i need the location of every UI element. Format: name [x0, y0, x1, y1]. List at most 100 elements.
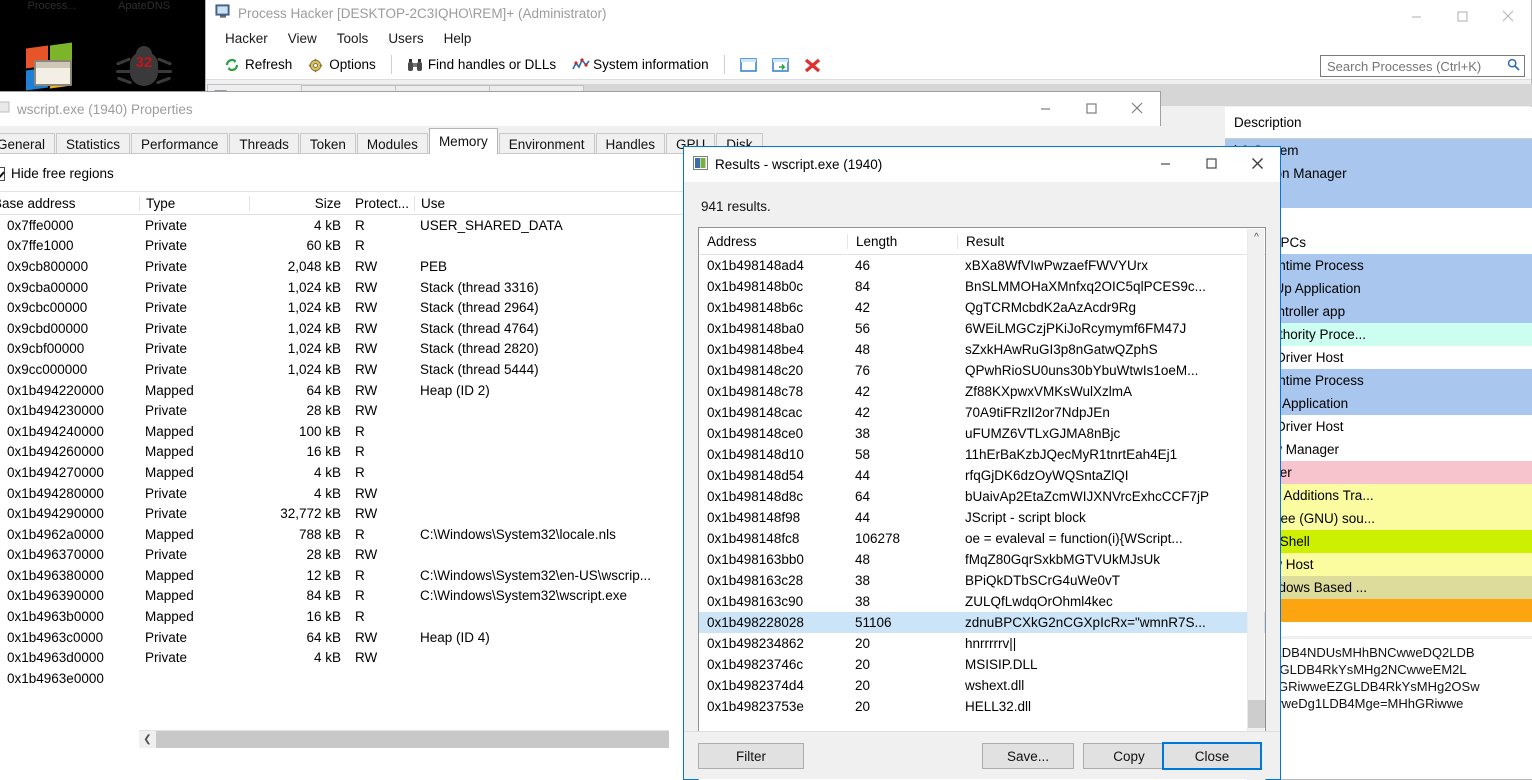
vscroll-thumb[interactable] [1248, 700, 1265, 728]
result-row[interactable]: 0x1b4982374d4 20 wshext.dll [699, 675, 1265, 696]
close-button[interactable]: Close [1162, 742, 1262, 770]
menu-hacker[interactable]: Hacker [216, 28, 277, 49]
column-type[interactable]: Type [139, 195, 249, 211]
search-input[interactable] [1325, 57, 1507, 75]
properties-tab-handles[interactable]: Handles [595, 133, 666, 154]
checkbox-box[interactable] [0, 166, 5, 181]
result-row[interactable]: 0x1b498163bb0 48 fMqZ80GqrSxkbMGTVUkMJsUk [699, 549, 1265, 570]
filter-button[interactable]: Filter [698, 743, 804, 769]
result-row[interactable]: 0x1b498148fc8 106278 oe = evaleval = funct… [699, 528, 1265, 549]
maximize-icon[interactable] [1439, 0, 1485, 32]
results-listview[interactable]: Address Length Result 0x1b498148ad4 46 xBX… [698, 227, 1266, 780]
column-base-address[interactable]: Base address [0, 196, 139, 211]
result-row[interactable]: 0x1b498148d8c 64 bUaivAp2EtaZcmWIJXNVrcExh… [699, 486, 1265, 507]
column-address[interactable]: Address [699, 234, 847, 249]
result-row[interactable]: 0x1b498228028 51106 zdnuBPCXkG2nCGXpIcRx="… [699, 612, 1265, 633]
process-list-header[interactable]: Description [1225, 107, 1532, 139]
result-row[interactable]: 0x1b498148c20 76 QPwhRioSU0uns30bYbuWtwIs1… [699, 360, 1265, 381]
results-list-header[interactable]: Address Length Result [699, 228, 1265, 255]
cell-result: bUaivAp2EtaZcmWIJXNVrcExhcCCF7jP [965, 489, 1210, 504]
process-hacker-menubar[interactable]: Hacker View Tools Users Help [206, 26, 1531, 50]
cell-address: 0x1b498148ba0 [707, 321, 804, 336]
result-row[interactable]: 0x1b498148c78 42 Zf88KXpwxVMKsWulXzlmA [699, 381, 1265, 402]
search-icon[interactable] [1507, 58, 1520, 74]
scroll-left-icon[interactable]: ❮ [139, 730, 156, 748]
result-row[interactable]: 0x1b498148ce0 38 uFUMZ6VTLxGJMA8nBjc [699, 423, 1265, 444]
process-hacker-titlebar[interactable]: Process Hacker [DESKTOP-2C3IQHO\REM]+ (A… [206, 0, 1531, 26]
properties-tab-label: General [0, 136, 46, 152]
result-row[interactable]: 0x1b498148d10 58 11hErBaKzbJQecMyR1tnrtEah… [699, 444, 1265, 465]
result-row[interactable]: 0x1b498234862 20 hnrrrrrv|| [699, 633, 1265, 654]
column-size[interactable]: Size [249, 195, 349, 211]
desktop-icon-label: ApateDNS [118, 0, 170, 12]
column-protect[interactable]: Protect... [349, 196, 414, 211]
column-result[interactable]: Result [957, 233, 1232, 249]
options-button[interactable]: Options [300, 54, 384, 75]
refresh-button[interactable]: Refresh [216, 54, 300, 75]
menu-help[interactable]: Help [435, 28, 481, 49]
close-icon[interactable] [1114, 92, 1160, 124]
cell-size: 84 kB [306, 588, 341, 604]
result-row[interactable]: 0x1b498148f98 44 JScript - script block [699, 507, 1265, 528]
column-length[interactable]: Length [847, 233, 957, 249]
minimize-icon[interactable] [1022, 92, 1068, 124]
cell-length: 64 [855, 489, 871, 504]
close-icon[interactable] [1234, 147, 1280, 179]
maximize-icon[interactable] [1188, 147, 1234, 179]
result-row[interactable]: 0x1b498163c90 38 ZULQfLwdqOrOhml4kec [699, 591, 1265, 612]
screen: Process... ApateDNS 32 Process Hacker [D… [0, 0, 1532, 780]
result-row[interactable]: 0x1b498148cac 42 70A9tiFRzlI2or7NdpJEn [699, 402, 1265, 423]
properties-tab-general[interactable]: General [0, 133, 56, 154]
memory-list-hscrollbar[interactable]: ❮ [139, 730, 669, 748]
minimize-icon[interactable] [1393, 0, 1439, 32]
process-hacker-window-controls[interactable] [1393, 0, 1531, 32]
result-row[interactable]: 0x1b498148b0c 84 BnSLMMOHaXMnfxq2OIC5qlPCE… [699, 276, 1265, 297]
properties-window-controls[interactable] [1022, 92, 1160, 124]
window-arrow-icon [771, 57, 789, 72]
properties-tab-memory[interactable]: Memory [428, 128, 498, 154]
toolbar-separator [390, 55, 392, 74]
results-window-controls[interactable] [1142, 147, 1280, 179]
desktop-icon-apatedns[interactable]: ApateDNS 32 [98, 0, 190, 92]
properties-titlebar[interactable]: wscript.exe (1940) Properties [0, 92, 1160, 126]
result-row[interactable]: 0x1b498148ad4 46 xBXa8WfVIwPwzaefFWVYUrx [699, 255, 1265, 276]
result-row[interactable]: 0x1b49823746c 20 MSISIP.DLL [699, 654, 1265, 675]
properties-tab-token[interactable]: Token [299, 133, 356, 154]
result-row[interactable]: 0x1b498148b6c 42 QgTCRMcbdK2aAzAcdr9Rg [699, 297, 1265, 318]
desktop-icon-process-explorer[interactable]: Process... [6, 0, 98, 92]
menu-tools[interactable]: Tools [328, 28, 378, 49]
cell-address: 0x1b498163c90 [707, 594, 804, 609]
result-row[interactable]: 0x1b498163c28 38 BPiQkDTbSCrG4uWe0vT [699, 570, 1265, 591]
cell-base-address: 0x1b496390000 [7, 588, 104, 604]
result-row[interactable]: 0x1b49823753e 20 HELL32.dll [699, 696, 1265, 717]
result-row[interactable]: 0x1b498148d54 44 rfqGjDK6dzOyWQSntaZlQI [699, 465, 1265, 486]
hscroll-thumb[interactable] [156, 730, 669, 748]
new-window-button[interactable] [764, 55, 796, 75]
close-icon[interactable] [1485, 0, 1531, 32]
result-row[interactable]: 0x1b498148be4 48 sZxkHAwRuGI3p8nGatwQZphS [699, 339, 1265, 360]
column-description[interactable]: Description [1225, 115, 1302, 130]
properties-tab-modules[interactable]: Modules [356, 133, 428, 154]
properties-tab-statistics[interactable]: Statistics [56, 133, 131, 154]
cell-result: sZxkHAwRuGI3p8nGatwQZphS [965, 342, 1158, 357]
system-information-button[interactable]: System information [564, 54, 717, 75]
result-row[interactable]: 0x1b498148ba0 56 6WEiLMGCzjPKiJoRcymymf6FM… [699, 318, 1265, 339]
minimize-icon[interactable] [1142, 147, 1188, 179]
properties-tab-threads[interactable]: Threads [229, 133, 299, 154]
menu-users[interactable]: Users [379, 28, 432, 49]
show-details-button[interactable] [732, 55, 764, 75]
properties-tab-performance[interactable]: Performance [131, 133, 229, 154]
terminate-button[interactable] [796, 55, 828, 75]
find-handles-button[interactable]: Find handles or DLLs [399, 54, 564, 75]
menu-view[interactable]: View [279, 28, 326, 49]
system-information-label: System information [593, 57, 709, 72]
maximize-icon[interactable] [1068, 92, 1114, 124]
search-processes-box[interactable] [1320, 55, 1525, 77]
results-rows[interactable]: 0x1b498148ad4 46 xBXa8WfVIwPwzaefFWVYUrx 0x… [699, 255, 1265, 717]
properties-tab-environment[interactable]: Environment [498, 133, 595, 154]
scroll-up-icon[interactable]: ^ [1248, 229, 1265, 246]
results-vscrollbar[interactable]: ^ ˅ [1247, 229, 1265, 780]
cell-address: 0x1b498148ad4 [707, 258, 804, 273]
results-titlebar[interactable]: Results - wscript.exe (1940) [684, 147, 1280, 182]
save-button[interactable]: Save... [982, 743, 1074, 769]
